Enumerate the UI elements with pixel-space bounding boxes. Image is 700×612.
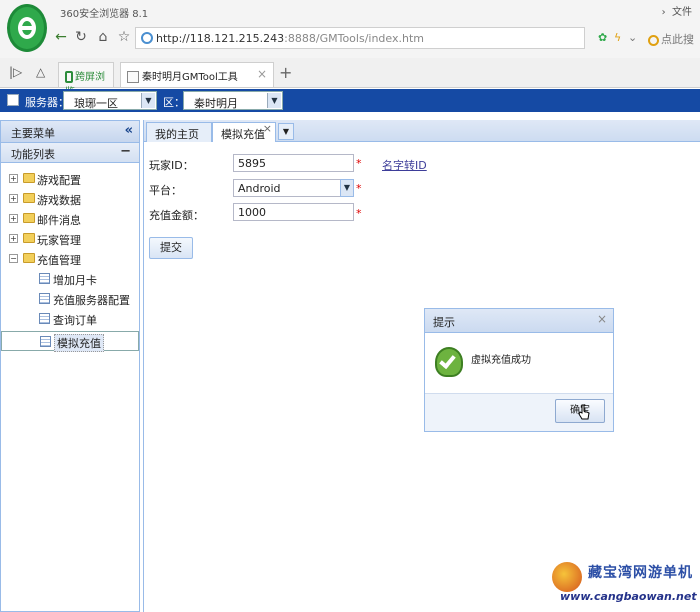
minus-icon[interactable]: −	[120, 144, 131, 159]
chevron-down-icon[interactable]: ▼	[267, 93, 281, 108]
required-mark: *	[356, 207, 362, 220]
tab-cross-screen[interactable]: 跨屏浏览	[58, 62, 114, 98]
app-toolbar: 服务器： 琅琊一区 ▼ 区： 秦时明月 ▼	[0, 89, 700, 112]
player-id-label: 玩家ID：	[149, 159, 194, 172]
dialog-header: 提示 ×	[425, 309, 613, 333]
server-select[interactable]: 琅琊一区 ▼	[63, 91, 157, 110]
globe-icon	[141, 32, 153, 44]
function-tree: + 游戏配置 + 游戏数据 + 邮件消息 + 玩家管理 − 充值管理 增加月卡 充值服务器…	[1, 163, 139, 352]
close-icon[interactable]: ×	[597, 312, 607, 326]
watermark-cn: 藏宝湾网游单机	[588, 565, 693, 581]
watermark-en: www.cangbaowan.net	[560, 590, 697, 603]
refresh-green-icon[interactable]: ✿	[598, 31, 607, 44]
expand-icon[interactable]: +	[9, 214, 18, 223]
bell-icon[interactable]: △	[36, 65, 45, 79]
tree-item-game-config[interactable]: + 游戏配置	[1, 169, 139, 189]
tree-item-players[interactable]: + 玩家管理	[1, 229, 139, 249]
tab-my-home[interactable]: 我的主页	[146, 122, 212, 142]
sidebar: 主要菜单 « 功能列表 − + 游戏配置 + 游戏数据 + 邮件消息 + 玩家管理 − 充值管…	[0, 120, 140, 612]
expand-icon[interactable]: +	[9, 174, 18, 183]
app-title: 360安全浏览器 8.1	[60, 9, 149, 20]
home-icon[interactable]: ⌂	[94, 28, 112, 46]
search-box[interactable]: 点此搜	[648, 31, 694, 47]
tree-item-add-monthly-card[interactable]: 增加月卡	[1, 269, 139, 289]
url-path: :8888/GMTools/index.htm	[284, 32, 424, 45]
tab-simulate-recharge[interactable]: 模拟充值 ×	[212, 122, 276, 142]
phone-icon	[65, 71, 73, 83]
tree-item-recharge-server-config[interactable]: 充值服务器配置	[1, 289, 139, 309]
grid-icon	[40, 336, 51, 347]
folder-icon	[23, 213, 35, 223]
sidebar-toggle-icon[interactable]: |▷	[9, 65, 22, 79]
main-panel: 我的主页 模拟充值 × ▼ 玩家ID： 5895 * 名字转ID 平台： Andr…	[143, 120, 700, 612]
platform-select[interactable]: Android ▼	[233, 179, 354, 197]
toolbar-checkbox[interactable]	[7, 94, 19, 106]
chevron-down-icon[interactable]: ▼	[141, 93, 155, 108]
grid-icon	[39, 293, 50, 304]
new-tab-icon[interactable]: +	[279, 63, 292, 82]
grid-icon	[39, 313, 50, 324]
submit-button[interactable]: 提交	[149, 237, 193, 259]
search-engine-icon	[648, 34, 659, 46]
tab-gmtool[interactable]: 秦时明月GMTool工具 ×	[120, 62, 274, 87]
tab-menu-dropdown[interactable]: ▼	[278, 123, 294, 140]
name-to-id-link[interactable]: 名字转ID	[382, 157, 427, 173]
close-icon[interactable]: ×	[263, 122, 272, 135]
chevron-down-icon[interactable]: ▼	[340, 179, 354, 197]
address-bar[interactable]: http://118.121.215.243:8888/GMTools/inde…	[135, 27, 585, 49]
tree-item-query-orders[interactable]: 查询订单	[1, 309, 139, 329]
player-id-input[interactable]: 5895	[233, 154, 354, 172]
back-arrow-icon[interactable]: ←	[52, 28, 70, 46]
folder-icon	[23, 193, 35, 203]
hand-cursor-icon	[578, 404, 590, 420]
platform-label: 平台：	[149, 184, 182, 197]
close-tab-icon[interactable]: ×	[257, 67, 267, 81]
collapse-tree-icon[interactable]: −	[9, 254, 18, 263]
expand-icon[interactable]: +	[9, 194, 18, 203]
site-watermark: 藏宝湾网游单机 www.cangbaowan.net	[552, 560, 700, 610]
dropdown-chevron-icon[interactable]: ⌄	[628, 31, 637, 44]
tree-item-recharge[interactable]: − 充值管理	[1, 249, 139, 269]
tree-item-mail[interactable]: + 邮件消息	[1, 209, 139, 229]
required-mark: *	[356, 157, 362, 170]
amount-label: 充值金额：	[149, 209, 204, 222]
browser-titlebar: 360安全浏览器 8.1 › 文件 ← ↻ ⌂ ☆ http://118.121…	[0, 0, 700, 58]
expand-icon[interactable]: +	[9, 234, 18, 243]
open-folder-icon	[23, 253, 35, 263]
amount-input[interactable]: 1000	[233, 203, 354, 221]
browser-tabbar: |▷ △ 跨屏浏览 秦时明月GMTool工具×	[0, 58, 700, 98]
browser-logo-icon	[7, 4, 47, 52]
folder-icon	[23, 233, 35, 243]
sidebar-header: 主要菜单 «	[1, 121, 139, 143]
collapse-icon[interactable]: «	[125, 123, 133, 138]
tree-item-game-data[interactable]: + 游戏数据	[1, 189, 139, 209]
dialog-title: 提示	[433, 316, 455, 329]
tree-item-simulate-recharge[interactable]: 模拟充值	[1, 331, 139, 352]
folder-icon	[23, 173, 35, 183]
function-list-header: 功能列表 −	[1, 143, 139, 163]
zone-label: 区：	[163, 96, 185, 109]
page-favicon-icon	[127, 71, 139, 83]
url-host: http://118.121.215.243	[156, 32, 285, 45]
success-check-icon	[435, 347, 463, 377]
reload-icon[interactable]: ↻	[72, 28, 90, 46]
star-icon[interactable]: ☆	[115, 28, 133, 46]
zone-select[interactable]: 秦时明月 ▼	[183, 91, 283, 110]
watermark-logo-icon	[552, 562, 582, 592]
dialog-message: 虚拟充值成功	[471, 355, 531, 366]
grid-icon	[39, 273, 50, 284]
content-tabstrip: 我的主页 模拟充值 × ▼	[144, 120, 700, 142]
file-menu[interactable]: › 文件	[662, 3, 692, 18]
lightning-icon[interactable]: ϟ	[614, 31, 621, 44]
required-mark: *	[356, 182, 362, 195]
